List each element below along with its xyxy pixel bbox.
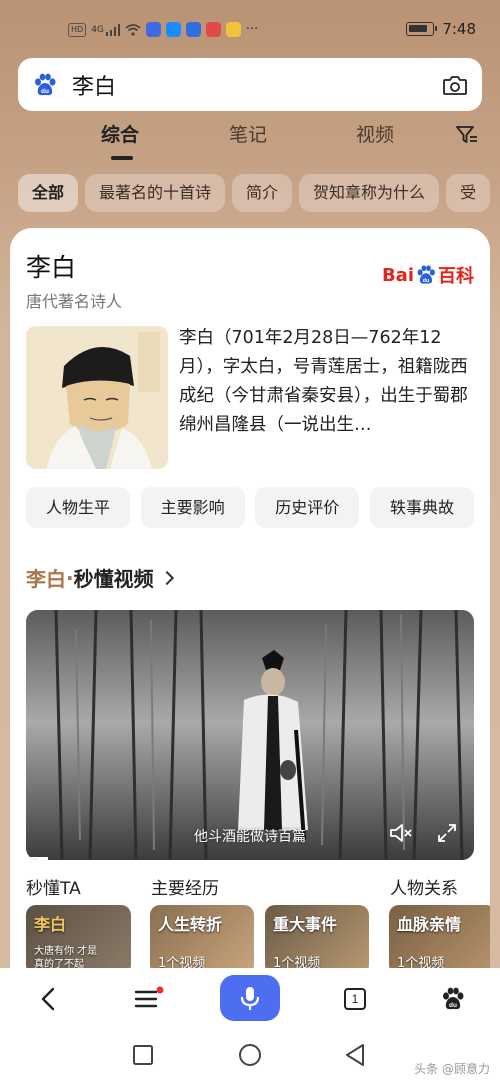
- battery-icon: [406, 22, 438, 36]
- section-anecdotes[interactable]: 轶事典故: [369, 487, 474, 528]
- thumb-title: 李白: [34, 915, 67, 934]
- tabs-button[interactable]: 1: [338, 978, 372, 1020]
- thumb-title: 血脉亲情: [397, 915, 462, 934]
- page-title[interactable]: 李白: [26, 248, 76, 284]
- video-progress[interactable]: [26, 857, 49, 860]
- portrait-image[interactable]: [26, 326, 168, 469]
- back-icon: [41, 987, 55, 1011]
- page-subtitle: 唐代著名诗人: [26, 292, 123, 311]
- hd-badge: HD: [68, 22, 87, 37]
- chip-all[interactable]: 全部: [18, 174, 79, 212]
- video-section-heading[interactable]: 李白 · 秒懂视频: [26, 563, 174, 592]
- video-section-dot: ·: [66, 565, 74, 590]
- thumb-major-events[interactable]: 重大事件 1个视频: [265, 905, 369, 975]
- thumb-quick-ta[interactable]: 李白 大唐有你 才是真的了不起: [26, 905, 131, 975]
- weibo-app-icon: [225, 22, 241, 37]
- filter-icon[interactable]: [455, 124, 479, 146]
- heading-main-experience[interactable]: 主要经历: [151, 874, 219, 899]
- logo-bai: Bai: [381, 264, 414, 286]
- signal-label: 4G: [91, 24, 104, 35]
- thumb-life-turn[interactable]: 人生转折 1个视频: [150, 905, 254, 975]
- wifi-icon: [125, 23, 141, 36]
- video-player[interactable]: 他斗酒能做诗百篇: [26, 610, 474, 860]
- system-back-icon[interactable]: [344, 1043, 366, 1067]
- voice-search-button[interactable]: [220, 975, 280, 1021]
- baike-logo: Bai du 百科: [382, 262, 474, 288]
- menu-button[interactable]: [128, 978, 168, 1020]
- heading-quick-ta[interactable]: 秒懂TA: [26, 874, 81, 899]
- active-tab-indicator: [111, 156, 133, 160]
- home-icon[interactable]: [238, 1043, 262, 1067]
- logo-baike: 百科: [438, 266, 474, 287]
- baike-card: 李白 唐代著名诗人 Bai du 百科 李白（701年2月28日—762年12月…: [10, 228, 490, 988]
- watermark: 头条 @顾意力: [414, 1062, 490, 1076]
- search-bar[interactable]: du 李白: [18, 58, 482, 111]
- chip-more[interactable]: 受: [446, 174, 491, 212]
- logo-du: du: [423, 278, 430, 284]
- result-tabs: 综合 笔记 视频: [0, 120, 500, 160]
- thumb-title: 重大事件: [273, 915, 338, 934]
- recent-apps-icon[interactable]: [132, 1044, 154, 1066]
- baidu-home-button[interactable]: du: [436, 978, 470, 1020]
- more-notifications: ···: [245, 22, 259, 37]
- section-influence[interactable]: 主要影响: [140, 487, 245, 528]
- tab-comprehensive[interactable]: 综合: [101, 120, 139, 147]
- section-life[interactable]: 人物生平: [26, 487, 130, 528]
- tabs-icon: 1: [344, 988, 366, 1010]
- mute-icon[interactable]: [388, 822, 414, 844]
- baidu-paw-icon: du: [35, 73, 56, 95]
- status-left: HD 4G ···: [68, 22, 258, 37]
- camera-icon[interactable]: [442, 74, 468, 96]
- clock: 7:48: [442, 20, 476, 38]
- menu-icon: [134, 986, 164, 1008]
- system-nav-bar: 头条 @顾意力: [0, 1030, 500, 1083]
- video-section-title: 秒懂视频: [73, 567, 154, 591]
- search-app-icon: [165, 22, 181, 37]
- heading-relationships[interactable]: 人物关系: [390, 874, 458, 899]
- battery-level: [409, 25, 428, 32]
- baike-paw-icon: du: [417, 265, 435, 284]
- status-bar: HD 4G ··· 7:48: [0, 0, 500, 58]
- baidu-app-icon: [145, 22, 161, 37]
- svg-text:du: du: [41, 88, 49, 95]
- tab-videos[interactable]: 视频: [356, 120, 394, 147]
- bulb-app-icon: [185, 22, 201, 37]
- signal-icon: [105, 23, 120, 36]
- baidu-paw-icon: du: [443, 987, 464, 1010]
- tab-notes[interactable]: 笔记: [229, 120, 267, 147]
- section-evaluation[interactable]: 历史评价: [255, 487, 360, 528]
- status-right: 7:48: [406, 20, 476, 38]
- thumb-title: 人生转折: [158, 915, 223, 934]
- query-chips: 全部 最著名的十首诗 简介 贺知章称为什么受: [18, 174, 500, 212]
- thumb-kinship[interactable]: 血脉亲情 1个视频: [389, 905, 490, 975]
- video-section-name: 李白: [26, 567, 66, 591]
- chevron-right-icon: [159, 570, 174, 585]
- back-button[interactable]: [30, 978, 66, 1020]
- search-input[interactable]: 李白: [72, 69, 442, 101]
- bottom-nav: 1 du: [0, 968, 500, 1030]
- section-tabs: 人物生平 主要影响 历史评价 轶事典故: [26, 487, 474, 528]
- intro-text[interactable]: 李白（701年2月28日—762年12月），字太白，号青莲居士，祖籍陇西成纪（今…: [179, 324, 477, 440]
- chip-top-ten-poems[interactable]: 最著名的十首诗: [85, 174, 226, 212]
- related-thumbs: 李白 大唐有你 才是真的了不起 人生转折 1个视频 重大事件 1个视频 血脉亲情…: [26, 905, 490, 975]
- fullscreen-icon[interactable]: [436, 822, 458, 844]
- mic-icon: [240, 987, 260, 1010]
- svg-text:du: du: [449, 1002, 457, 1009]
- related-headings: 秒懂TA 主要经历 人物关系: [26, 874, 490, 900]
- chip-intro[interactable]: 简介: [232, 174, 293, 212]
- chip-he-zhizhang[interactable]: 贺知章称为什么: [299, 174, 440, 212]
- book-app-icon: [205, 22, 221, 37]
